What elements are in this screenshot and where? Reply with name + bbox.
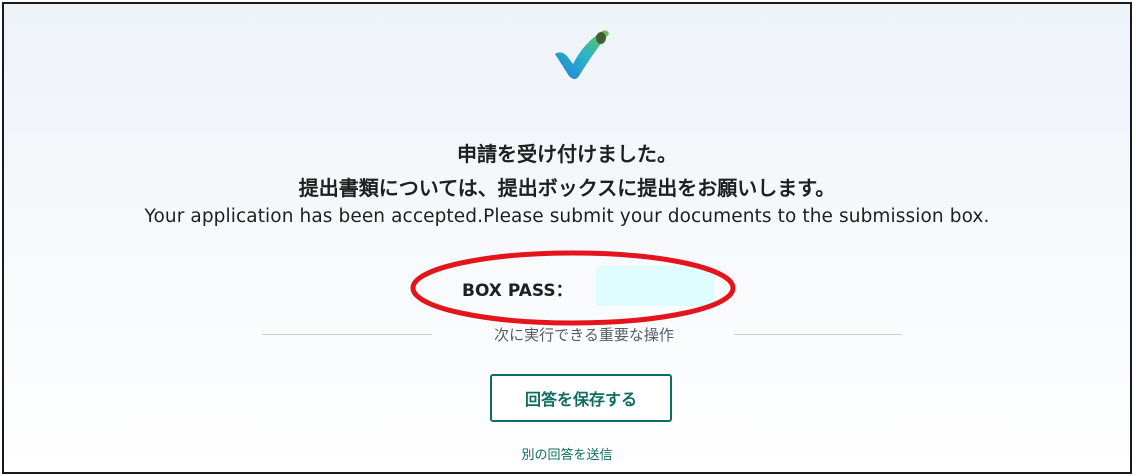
- confirmation-title: 申請を受け付けました。: [457, 142, 677, 166]
- submission-instruction: 提出書類については、提出ボックスに提出をお願いします。: [298, 176, 836, 200]
- form-response-panel: 申請を受け付けました。 提出書類については、提出ボックスに提出をお願いします。 …: [2, 2, 1132, 474]
- checkmark-icon: [555, 30, 609, 79]
- next-actions-divider: 次に実行できる重要な操作: [4, 322, 1130, 346]
- divider-line-left: [262, 334, 432, 335]
- divider-line-right: [734, 334, 902, 335]
- next-actions-heading: 次に実行できる重要な操作: [494, 326, 674, 344]
- box-pass-value: [596, 266, 714, 306]
- box-pass-row: BOX PASS：: [4, 266, 1130, 306]
- box-pass-label: BOX PASS：: [462, 281, 573, 301]
- save-response-button[interactable]: 回答を保存する: [490, 374, 672, 422]
- confirmation-message-en: Your application has been accepted.Pleas…: [144, 206, 990, 227]
- submit-another-response-link[interactable]: 別の回答を送信: [4, 444, 1130, 463]
